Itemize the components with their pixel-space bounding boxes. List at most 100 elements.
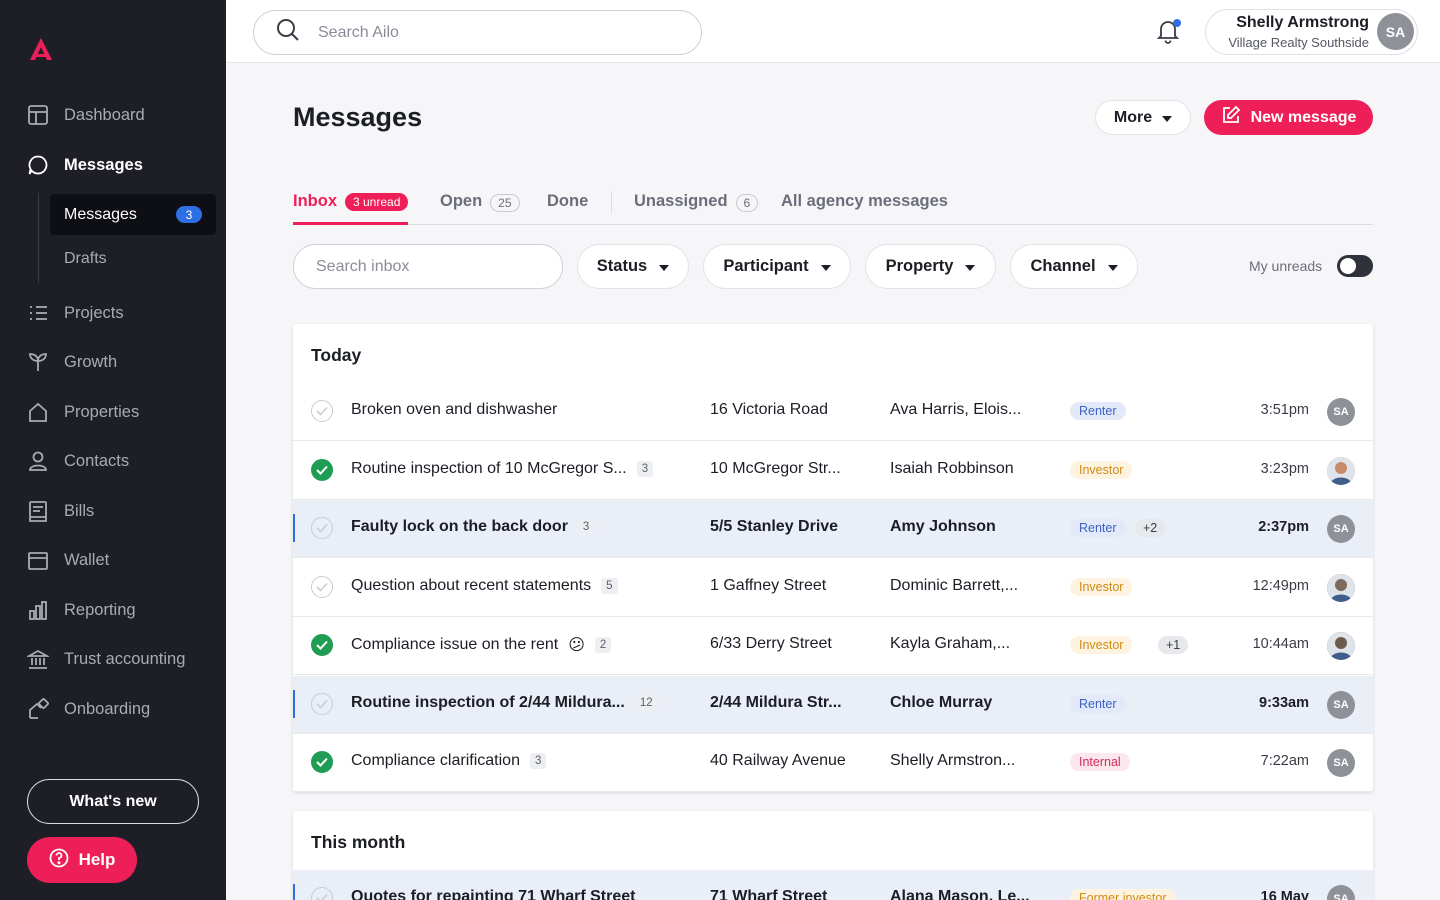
property-address: 5/5 Stanley Drive bbox=[710, 518, 839, 535]
message-row[interactable]: Compliance issue on the rent 😕 2 6/33 Derry… bbox=[293, 617, 1373, 675]
mark-done-check-icon[interactable] bbox=[311, 517, 333, 539]
channel-filter[interactable]: Channel bbox=[1010, 244, 1138, 289]
message-row[interactable]: Routine inspection of 2/44 Mildura... 12 2… bbox=[293, 675, 1373, 734]
assignee-avatar: SA bbox=[1327, 749, 1355, 777]
property-address: 71 Wharf Street bbox=[710, 888, 828, 900]
sidebar-item-label: Contacts bbox=[64, 451, 130, 470]
done-check-icon[interactable] bbox=[311, 634, 333, 656]
house-icon bbox=[26, 400, 50, 424]
done-check-icon[interactable] bbox=[311, 458, 333, 481]
participant-filter[interactable]: Participant bbox=[703, 244, 851, 289]
wallet-icon bbox=[26, 548, 50, 572]
unread-count-badge: 3 bbox=[176, 206, 202, 223]
help-button[interactable]: Help bbox=[27, 837, 137, 883]
participants: Chloe Murray bbox=[890, 693, 993, 711]
status-filter[interactable]: Status bbox=[577, 244, 689, 289]
inbox-search-input[interactable] bbox=[316, 257, 546, 276]
message-row[interactable]: Broken oven and dishwasher 16 Victoria Ro… bbox=[293, 383, 1373, 441]
participant-type-tag: Renter bbox=[1070, 519, 1126, 537]
subject-text: Question about recent statements bbox=[351, 576, 592, 594]
new-message-label: New message bbox=[1250, 108, 1357, 126]
sidebar-item-label: Bills bbox=[64, 501, 95, 520]
sidebar-subitem-messages[interactable]: Messages 3 bbox=[50, 194, 216, 235]
message-time: 2:37pm bbox=[1258, 519, 1309, 535]
tab-done[interactable]: Done bbox=[547, 192, 588, 225]
message-time: 16 May bbox=[1260, 889, 1309, 900]
tab-unassigned[interactable]: Unassigned 6 bbox=[634, 192, 759, 225]
property-filter[interactable]: Property bbox=[865, 244, 996, 289]
my-unreads-toggle[interactable] bbox=[1337, 255, 1373, 277]
sidebar-item-trust-accounting[interactable]: Trust accounting bbox=[26, 647, 185, 671]
sidebar-item-wallet[interactable]: Wallet bbox=[26, 548, 109, 572]
sidebar-item-growth[interactable]: Growth bbox=[26, 350, 117, 374]
sidebar-item-projects[interactable]: Projects bbox=[26, 301, 124, 325]
this-month-group: This month Quotes for repainting 71 Whar… bbox=[293, 811, 1373, 900]
participants: Isaiah Robbinson bbox=[890, 459, 1014, 477]
message-count-badge: 3 bbox=[577, 519, 595, 535]
top-bar: Shelly Armstrong Village Realty Southsid… bbox=[226, 0, 1440, 63]
caret-down-icon bbox=[659, 257, 670, 276]
tab-label: Done bbox=[547, 192, 589, 210]
inbox-search[interactable] bbox=[293, 244, 563, 289]
mark-done-check-icon[interactable] bbox=[311, 400, 333, 422]
message-row[interactable]: Quotes for repainting 71 Wharf Street 71 … bbox=[293, 870, 1373, 900]
sidebar-item-properties[interactable]: Properties bbox=[26, 400, 139, 424]
sidebar-item-label: Reporting bbox=[64, 600, 136, 619]
new-message-button[interactable]: New message bbox=[1204, 100, 1373, 135]
message-row[interactable]: Compliance clarification 3 40 Railway Aven… bbox=[293, 734, 1373, 792]
whats-new-button[interactable]: What's new bbox=[27, 779, 199, 824]
sidebar-item-reporting[interactable]: Reporting bbox=[26, 598, 136, 622]
message-time: 12:49pm bbox=[1252, 577, 1309, 594]
global-search-input[interactable] bbox=[318, 23, 678, 42]
caret-down-icon bbox=[1107, 257, 1118, 276]
tab-open[interactable]: Open 25 bbox=[440, 192, 520, 225]
tab-inbox[interactable]: Inbox 3 unread bbox=[293, 192, 409, 225]
property-address: 16 Victoria Road bbox=[710, 401, 828, 418]
onboarding-icon bbox=[26, 697, 50, 721]
subject-text: Routine inspection of 10 McGregor S... bbox=[351, 459, 627, 477]
done-check-icon[interactable] bbox=[311, 751, 333, 773]
message-row[interactable]: Question about recent statements 5 1 Gaffn… bbox=[293, 559, 1373, 617]
sidebar-item-label: Trust accounting bbox=[64, 649, 186, 668]
participants: Ava Harris, Elois... bbox=[890, 401, 1022, 418]
caret-down-icon bbox=[820, 257, 831, 276]
tab-all-agency-messages[interactable]: All agency messages bbox=[781, 192, 948, 225]
ailo-logo[interactable] bbox=[28, 36, 54, 67]
more-button[interactable]: More bbox=[1095, 100, 1191, 135]
more-label: More bbox=[1113, 108, 1153, 126]
receipt-icon bbox=[26, 499, 50, 523]
help-circle-icon bbox=[49, 848, 69, 873]
sidebar-item-bills[interactable]: Bills bbox=[26, 499, 94, 523]
mark-done-check-icon[interactable] bbox=[311, 692, 333, 715]
caret-down-icon bbox=[1162, 109, 1173, 127]
message-time: 9:33am bbox=[1259, 694, 1309, 711]
today-group: Today Broken oven and dishwasher 16 Victo… bbox=[293, 324, 1373, 792]
unread-badge: 3 unread bbox=[345, 193, 409, 211]
sidebar-item-dashboard[interactable]: Dashboard bbox=[26, 103, 145, 127]
user-name: Shelly Armstrong bbox=[1236, 14, 1369, 31]
message-time: 3:51pm bbox=[1260, 402, 1309, 418]
sidebar: Dashboard Messages Messages 3 Drafts Pro… bbox=[0, 0, 226, 900]
participants: Dominic Barrett,... bbox=[890, 576, 1019, 594]
sidebar-subitem-drafts[interactable]: Drafts bbox=[50, 238, 216, 279]
sidebar-item-onboarding[interactable]: Onboarding bbox=[26, 697, 150, 721]
global-search[interactable] bbox=[253, 10, 702, 55]
sidebar-item-messages[interactable]: Messages bbox=[26, 153, 143, 177]
property-address: 1 Gaffney Street bbox=[710, 576, 827, 594]
notifications-bell-icon[interactable] bbox=[1156, 18, 1182, 46]
person-icon bbox=[26, 449, 50, 473]
participant-type-tag: Investor bbox=[1070, 636, 1133, 654]
message-count-badge: 2 bbox=[594, 637, 612, 653]
mark-done-check-icon[interactable] bbox=[311, 575, 333, 598]
user-menu[interactable]: Shelly Armstrong Village Realty Southsid… bbox=[1205, 9, 1418, 55]
sidebar-item-contacts[interactable]: Contacts bbox=[26, 449, 129, 473]
message-row[interactable]: Routine inspection of 10 McGregor S... 3 1… bbox=[293, 442, 1373, 500]
assignee-avatar bbox=[1327, 456, 1355, 485]
chat-bubble-icon bbox=[26, 153, 50, 177]
subject-text: Faulty lock on the back door bbox=[351, 518, 568, 535]
mark-done-check-icon[interactable] bbox=[311, 887, 333, 900]
tab-count: 6 bbox=[735, 194, 759, 212]
compose-icon bbox=[1221, 105, 1241, 130]
message-row[interactable]: Faulty lock on the back door 3 5/5 Stanley… bbox=[293, 500, 1373, 558]
participant-type-tag: Renter bbox=[1070, 694, 1126, 713]
